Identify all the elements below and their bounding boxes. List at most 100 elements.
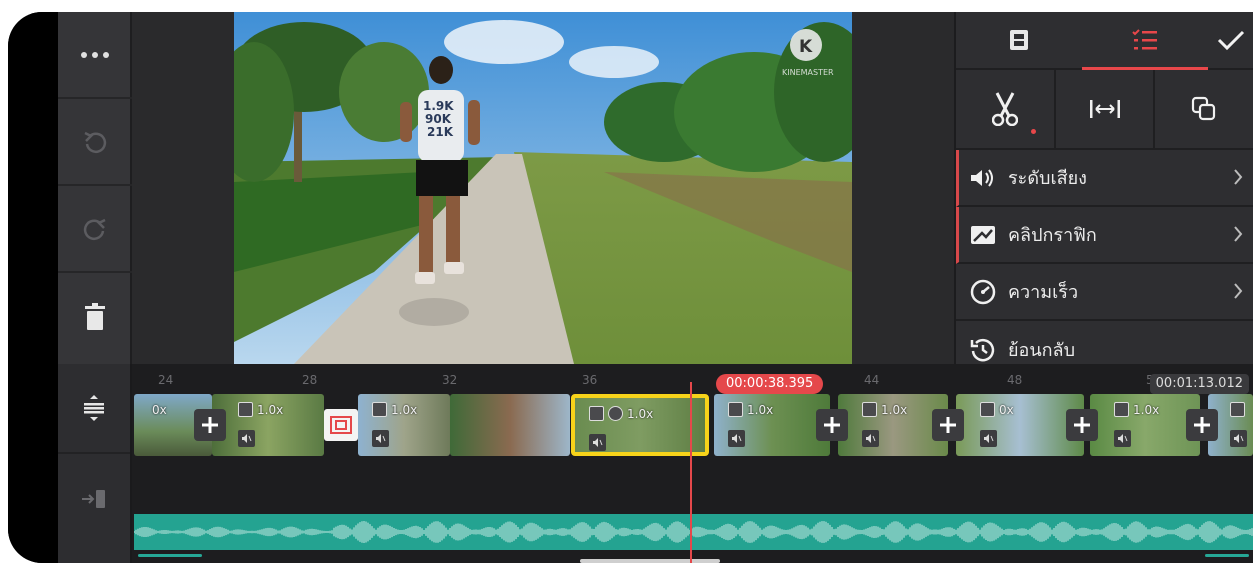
svg-text:K: K <box>799 37 813 57</box>
tab-layers[interactable] <box>1082 12 1208 70</box>
clip-speed: 1.0x <box>627 406 654 421</box>
clip-speed: 0x <box>152 403 167 417</box>
muted-icon <box>1114 430 1131 447</box>
add-transition-button[interactable] <box>932 409 964 441</box>
film-icon <box>862 402 877 417</box>
plus-icon <box>940 417 956 433</box>
video-clip-continued[interactable] <box>450 394 570 456</box>
film-icon <box>372 402 387 417</box>
ruler-label: 28 <box>302 373 318 387</box>
ruler-label: 24 <box>158 373 174 387</box>
add-transition-button[interactable] <box>1066 409 1098 441</box>
clip-badge <box>1230 402 1245 417</box>
scroll-indicator-left <box>138 554 202 557</box>
watermark-text: KINEMASTER <box>782 68 834 77</box>
film-icon <box>1114 402 1129 417</box>
menu-item-reverse-label: ย้อนกลับ <box>1008 340 1076 361</box>
more-button[interactable] <box>58 12 132 99</box>
menu-item-speed[interactable]: ความเร็ว <box>956 264 1253 321</box>
expand-timeline-button[interactable] <box>58 364 130 454</box>
plus-icon <box>824 417 840 433</box>
video-clip[interactable]: 1.0x <box>714 394 830 456</box>
video-clip[interactable]: 1.0x <box>358 394 450 456</box>
screen-edge <box>8 12 58 563</box>
film-icon <box>728 402 743 417</box>
ruler-label: 32 <box>442 373 458 387</box>
menu-item-volume-label: ระดับเสียง <box>1008 168 1087 189</box>
chevron-right-icon <box>1234 226 1243 242</box>
shirt-text-1: 1.9K <box>423 99 454 113</box>
ruler-label: 36 <box>582 373 598 387</box>
audio-track[interactable] <box>133 514 1253 550</box>
home-indicator <box>580 559 720 563</box>
trash-icon <box>85 302 105 330</box>
tool-row <box>956 70 1253 150</box>
film-icon <box>589 406 604 421</box>
jump-to-end-button[interactable] <box>58 454 130 544</box>
muted-icon <box>862 430 879 447</box>
clip-badge: 1.0x <box>372 402 417 417</box>
muted-icon <box>728 430 745 447</box>
redo-button[interactable] <box>58 186 132 273</box>
right-panel: ระดับเสียง คลิปกราฟิก ความเร็ว ย้อนกลับ <box>954 12 1253 364</box>
indicator-dot <box>1031 129 1036 134</box>
shirt-text-3: 21K <box>427 125 454 139</box>
video-track: 0x 1.0x 1.0x 1.0x 1.0x 1.0x 0x 1.0x <box>134 394 1253 456</box>
video-clip[interactable]: 0x <box>956 394 1084 456</box>
undo-button[interactable] <box>58 99 132 186</box>
clip-badge: 1.0x <box>1114 402 1159 417</box>
video-clip[interactable]: 1.0x <box>1090 394 1200 456</box>
muted-icon <box>238 430 255 447</box>
transition-button[interactable] <box>324 409 358 441</box>
plus-icon <box>202 417 218 433</box>
menu-item-speed-label: ความเร็ว <box>1008 282 1079 303</box>
time-ruler[interactable]: 24 28 32 36 44 48 52 00:00:38.395 00:01:… <box>134 370 1253 394</box>
scroll-indicator-right <box>1205 554 1249 557</box>
menu-item-volume[interactable]: ระดับเสียง <box>956 150 1253 207</box>
clip-badge: 0x <box>980 402 1014 417</box>
video-preview[interactable]: 1.9K 90K 21K K KINEMASTER <box>234 12 852 364</box>
timeline-side-controls <box>58 364 132 563</box>
clip-speed: 1.0x <box>257 402 284 417</box>
checkmark-icon <box>1217 30 1244 51</box>
crop-icon <box>1192 96 1216 121</box>
film-icon <box>1010 30 1028 50</box>
audio-waveform <box>133 521 1253 543</box>
left-toolbar <box>58 12 132 364</box>
add-transition-button[interactable] <box>816 409 848 441</box>
clip-badge: 1.0x <box>862 402 907 417</box>
add-transition-button[interactable] <box>194 409 226 441</box>
pan-zoom-button[interactable] <box>1155 70 1253 148</box>
menu-item-graphic-clip[interactable]: คลิปกราฟิก <box>956 207 1253 264</box>
fit-width-button[interactable] <box>1056 70 1156 148</box>
muted-icon <box>372 430 389 447</box>
trim-split-button[interactable] <box>956 70 1056 148</box>
chevron-right-icon <box>1234 283 1243 299</box>
speed-icon <box>970 279 996 304</box>
chevron-right-icon <box>1234 169 1243 185</box>
add-transition-button[interactable] <box>1186 409 1218 441</box>
tab-media[interactable] <box>956 12 1082 68</box>
total-duration: 00:01:13.012 <box>1149 374 1249 394</box>
film-icon <box>1230 402 1245 417</box>
transition-icon <box>330 416 352 434</box>
playhead[interactable] <box>690 382 692 563</box>
scissors-icon <box>991 92 1018 126</box>
video-clip-selected[interactable]: 1.0x <box>571 394 709 456</box>
more-icon <box>81 51 109 58</box>
speed-icon <box>608 406 623 421</box>
reverse-icon <box>970 338 995 361</box>
redo-icon <box>83 218 106 240</box>
panel-tabs <box>956 12 1253 70</box>
clip-speed: 1.0x <box>1133 402 1160 417</box>
volume-icon <box>971 168 993 187</box>
clip-speed: 1.0x <box>391 402 418 417</box>
graphic-clip-icon <box>971 225 995 244</box>
menu-item-graphic-clip-label: คลิปกราฟิก <box>1008 225 1097 246</box>
delete-button[interactable] <box>58 273 132 360</box>
confirm-button[interactable] <box>1208 12 1253 68</box>
clip-speed: 1.0x <box>747 402 774 417</box>
clip-speed: 0x <box>999 402 1014 417</box>
current-time-badge: 00:00:38.395 <box>716 374 824 394</box>
video-clip[interactable]: 1.0x <box>212 394 324 456</box>
